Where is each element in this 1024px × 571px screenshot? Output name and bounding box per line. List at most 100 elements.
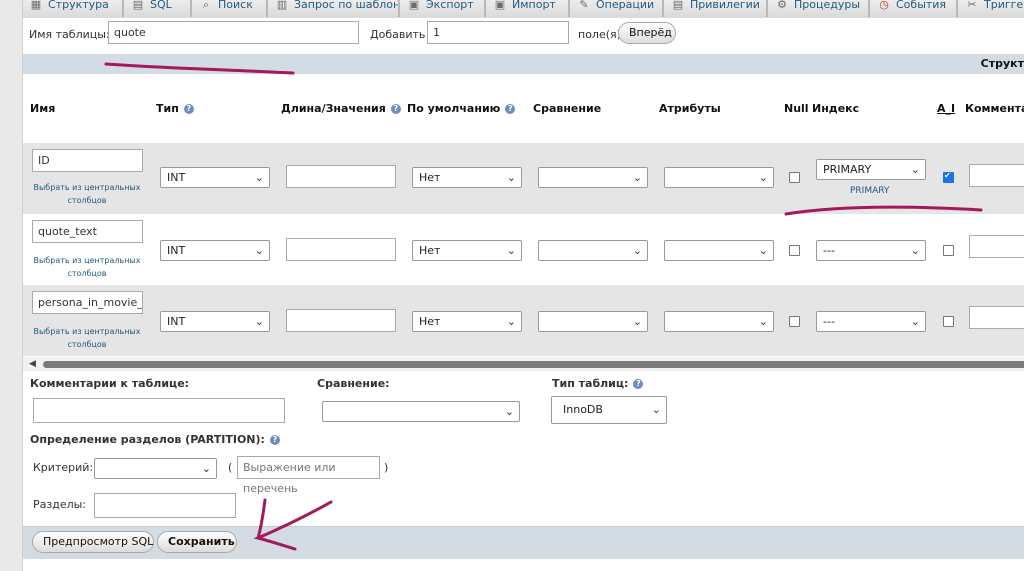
- sql-icon: ▤: [132, 0, 144, 11]
- help-icon[interactable]: ?: [269, 435, 280, 445]
- pick-central-columns-link[interactable]: Выбрать из центральных столбцов: [29, 325, 145, 351]
- null-checkbox[interactable]: [789, 245, 800, 256]
- table-comments-label: Комментарии к таблице:: [30, 377, 190, 390]
- header-index: Индекс: [812, 102, 860, 115]
- table-collation-select[interactable]: ⌄: [322, 401, 520, 422]
- length-input[interactable]: [286, 238, 396, 261]
- tab-operations[interactable]: ✎ Операции: [569, 0, 663, 17]
- type-select[interactable]: INT ⌄: [160, 167, 270, 188]
- chevron-down-icon: ⌄: [632, 315, 642, 328]
- attributes-select[interactable]: ⌄: [664, 311, 774, 332]
- header-null: Null: [784, 102, 809, 115]
- table-name-input[interactable]: quote: [108, 21, 359, 44]
- pick-central-columns-link[interactable]: Выбрать из центральных столбцов: [29, 254, 145, 280]
- pick-central-columns-link[interactable]: Выбрать из центральных столбцов: [29, 181, 145, 207]
- chevron-down-icon: ⌄: [506, 244, 516, 257]
- null-checkbox[interactable]: [789, 172, 800, 183]
- tab-sql[interactable]: ▤ SQL: [123, 0, 191, 17]
- paren-open: (: [228, 461, 233, 474]
- preview-sql-button[interactable]: Предпросмотр SQL: [32, 531, 154, 553]
- chevron-down-icon: ⌄: [254, 315, 264, 328]
- default-select[interactable]: Нет ⌄: [412, 240, 522, 261]
- comment-input[interactable]: [969, 235, 1024, 258]
- main-content: ▦ Структура ▤ SQL ⌕ Поиск ▥ Запрос по шаблон…: [23, 0, 1024, 571]
- null-checkbox[interactable]: [789, 316, 800, 327]
- header-default: По умолчанию?: [407, 102, 516, 115]
- comment-input[interactable]: [969, 164, 1024, 187]
- routines-icon: ⚙: [777, 0, 787, 11]
- tab-routines[interactable]: ⚙ Процедуры: [767, 0, 869, 17]
- add-columns-input[interactable]: 1: [427, 21, 569, 44]
- type-select[interactable]: INT ⌄: [160, 311, 270, 332]
- index-select[interactable]: --- ⌄: [816, 240, 926, 261]
- partition-label: Определение разделов (PARTITION):?: [30, 433, 280, 446]
- tab-structure[interactable]: ▦ Структура: [23, 0, 123, 17]
- length-input[interactable]: [286, 165, 396, 188]
- wrench-icon: ✎: [579, 0, 589, 11]
- chevron-down-icon: ⌄: [651, 403, 661, 416]
- tab-export[interactable]: ▣ Экспорт: [399, 0, 485, 17]
- table-name-row: Имя таблицы: quote Добавить 1 поле(я) Вп…: [23, 18, 1024, 54]
- default-select[interactable]: Нет ⌄: [412, 167, 522, 188]
- columns-label: поле(я): [578, 28, 621, 41]
- partition-expression-input[interactable]: Выражение или перечень: [237, 456, 380, 495]
- scrollbar-thumb[interactable]: [43, 361, 1024, 368]
- header-length: Длина/Значения?: [281, 102, 401, 115]
- column-name-input[interactable]: persona_in_movie_id: [32, 291, 143, 314]
- type-select[interactable]: INT ⌄: [160, 240, 270, 261]
- attributes-select[interactable]: ⌄: [664, 167, 774, 188]
- collation-select[interactable]: ⌄: [538, 240, 648, 261]
- auto-increment-checkbox[interactable]: [943, 316, 954, 327]
- length-input[interactable]: [286, 309, 396, 332]
- table-comments-input[interactable]: [33, 398, 285, 423]
- table-row: persona_in_movie_id Выбрать из центральн…: [23, 285, 1024, 357]
- comment-input[interactable]: [969, 306, 1024, 329]
- chevron-down-icon: ⌄: [506, 171, 516, 184]
- navigation-panel-edge: [0, 0, 23, 571]
- chevron-down-icon: ⌄: [254, 244, 264, 257]
- chevron-down-icon: ⌄: [758, 315, 768, 328]
- help-icon[interactable]: ?: [505, 104, 516, 114]
- scroll-left-icon[interactable]: ◀: [29, 359, 36, 369]
- engine-select[interactable]: InnoDB ⌄: [551, 396, 667, 424]
- engine-label: Тип таблиц:?: [552, 377, 644, 390]
- column-name-input[interactable]: ID: [32, 149, 143, 172]
- auto-increment-checkbox[interactable]: [943, 171, 954, 183]
- tab-privileges[interactable]: ▤ Привилегии: [663, 0, 767, 17]
- privileges-icon: ▤: [672, 0, 684, 11]
- collation-select[interactable]: ⌄: [538, 311, 648, 332]
- tab-query[interactable]: ▥ Запрос по шаблону: [267, 0, 399, 17]
- criteria-label: Критерий:: [33, 461, 94, 474]
- chevron-down-icon: ⌄: [632, 244, 642, 257]
- clock-icon: ◷: [879, 0, 889, 11]
- triggers-icon: ✂: [967, 0, 977, 11]
- help-icon[interactable]: ?: [183, 104, 194, 114]
- partitions-label: Разделы:: [33, 498, 87, 511]
- tab-triggers[interactable]: ✂ Тригге: [957, 0, 1024, 17]
- collation-select[interactable]: ⌄: [538, 167, 648, 188]
- help-icon[interactable]: ?: [390, 104, 401, 114]
- header-ai: A_I: [937, 102, 956, 115]
- help-icon[interactable]: ?: [633, 379, 644, 389]
- partitions-input[interactable]: [94, 493, 236, 518]
- header-collation: Сравнение: [533, 102, 602, 115]
- index-select[interactable]: --- ⌄: [816, 311, 926, 332]
- save-button[interactable]: Сохранить: [157, 531, 237, 553]
- table-row: quote_text Выбрать из центральных столбцо…: [23, 214, 1024, 286]
- top-menu-tabs: ▦ Структура ▤ SQL ⌕ Поиск ▥ Запрос по шаблон…: [23, 0, 1024, 19]
- go-button[interactable]: Вперёд: [618, 22, 676, 44]
- horizontal-scrollbar[interactable]: ◀: [23, 357, 1024, 371]
- default-select[interactable]: Нет ⌄: [412, 311, 522, 332]
- partition-criteria-select[interactable]: ⌄: [94, 458, 217, 479]
- attributes-select[interactable]: ⌄: [664, 240, 774, 261]
- auto-increment-checkbox[interactable]: [943, 245, 954, 256]
- header-comments: Комментар: [965, 102, 1024, 115]
- tab-search[interactable]: ⌕ Поиск: [191, 0, 267, 17]
- chevron-down-icon: ⌄: [504, 405, 514, 418]
- column-name-input[interactable]: quote_text: [32, 220, 143, 243]
- tab-events[interactable]: ◷ События: [869, 0, 957, 17]
- tab-import[interactable]: ▣ Импорт: [485, 0, 569, 17]
- query-icon: ▥: [276, 0, 288, 11]
- index-select[interactable]: PRIMARY ⌄: [816, 159, 926, 180]
- collation-label: Сравнение:: [317, 377, 390, 390]
